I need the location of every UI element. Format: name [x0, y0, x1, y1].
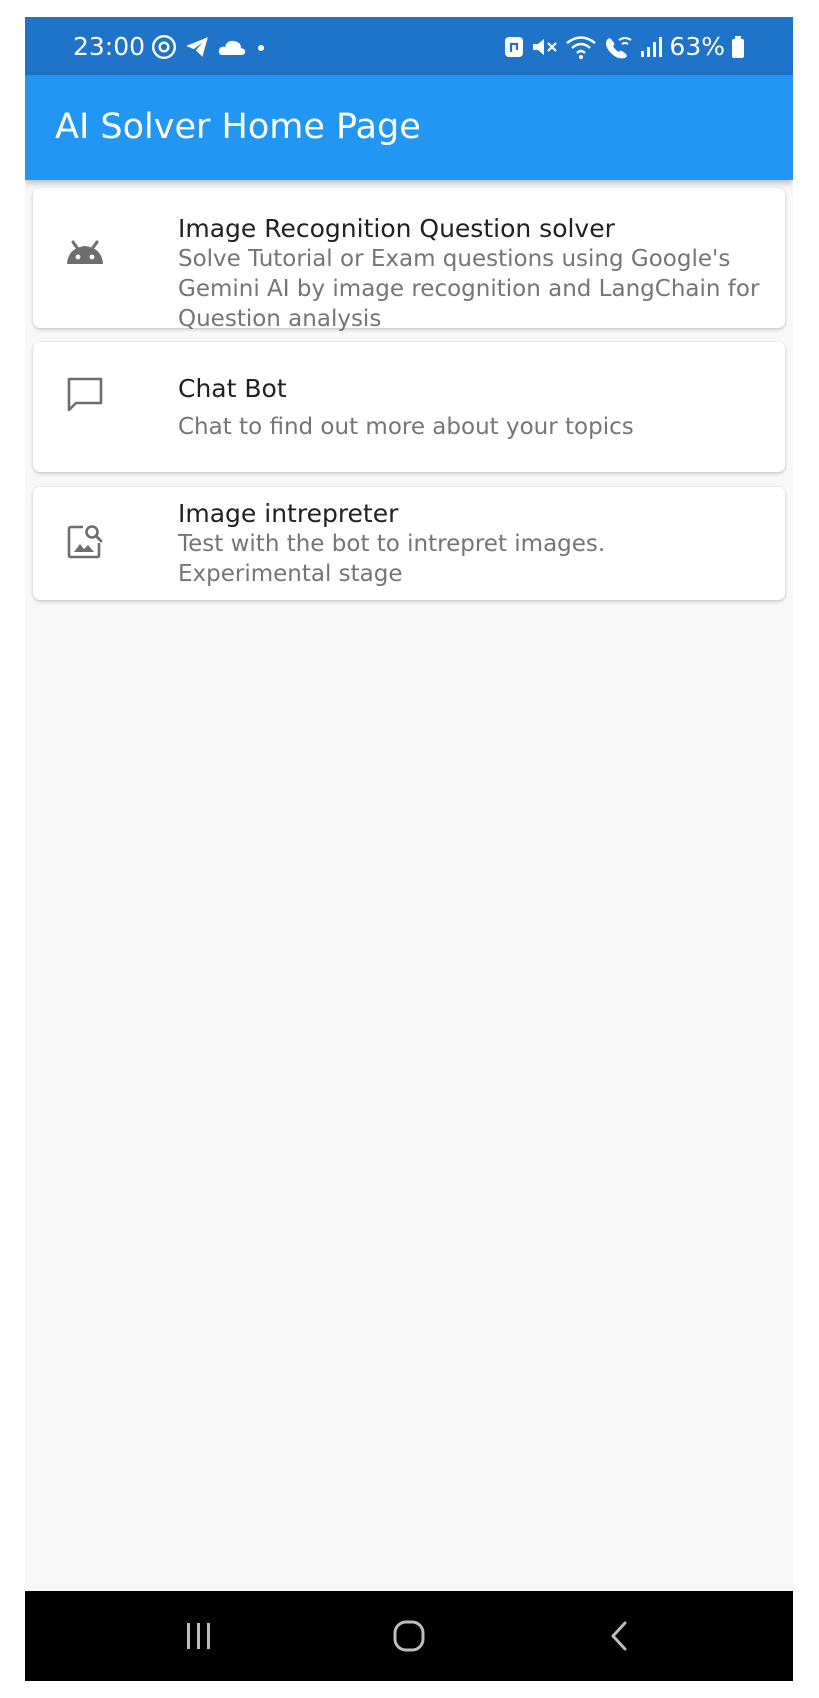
menu-item-title: Image Recognition Question solver	[178, 214, 615, 243]
home-button[interactable]	[379, 1611, 439, 1661]
menu-item-title: Chat Bot	[178, 374, 287, 403]
menu-item-subtitle: Solve Tutorial or Exam questions using G…	[178, 246, 760, 332]
menu-item-image-interpreter[interactable]: Image intrepreter Test with the bot to i…	[33, 487, 785, 600]
phone-screen: 23:00 63% AI Solver Home Page Image Reco…	[25, 17, 793, 1681]
recent-apps-button[interactable]	[169, 1611, 229, 1661]
app-bar: AI Solver Home Page	[25, 75, 793, 180]
telegram-icon	[186, 37, 208, 57]
status-system-icons: 63%	[503, 33, 745, 61]
status-time: 23:00	[73, 32, 146, 61]
nfc-icon	[505, 37, 524, 57]
dot-icon	[258, 45, 264, 51]
wifi-call-icon	[606, 37, 632, 59]
threads-icon	[151, 34, 177, 60]
wifi-icon	[566, 36, 597, 59]
chat-bubble-icon	[63, 373, 107, 417]
back-button[interactable]	[589, 1611, 649, 1661]
menu-item-chat-bot[interactable]: Chat Bot Chat to find out more about you…	[33, 342, 785, 472]
mute-icon	[533, 39, 558, 55]
back-icon	[611, 1621, 627, 1651]
home-icon	[393, 1620, 425, 1652]
menu-item-subtitle: Test with the bot to intrepret images. E…	[178, 531, 606, 587]
page-title: AI Solver Home Page	[55, 107, 421, 147]
cloud-icon	[218, 40, 246, 55]
system-navigation-bar	[25, 1591, 793, 1681]
menu-item-title: Image intrepreter	[178, 499, 399, 528]
image-search-icon	[63, 519, 107, 563]
status-notification-icons	[151, 33, 269, 61]
menu-item-image-recognition[interactable]: Image Recognition Question solver Solve …	[33, 188, 785, 332]
battery-icon	[732, 36, 744, 58]
signal-icon	[641, 37, 663, 57]
menu-item-subtitle: Chat to find out more about your topics	[178, 414, 634, 440]
status-bar: 23:00 63%	[25, 17, 793, 75]
android-icon	[63, 231, 107, 275]
recent-apps-icon	[187, 1623, 210, 1649]
battery-percentage: 63%	[669, 32, 725, 61]
